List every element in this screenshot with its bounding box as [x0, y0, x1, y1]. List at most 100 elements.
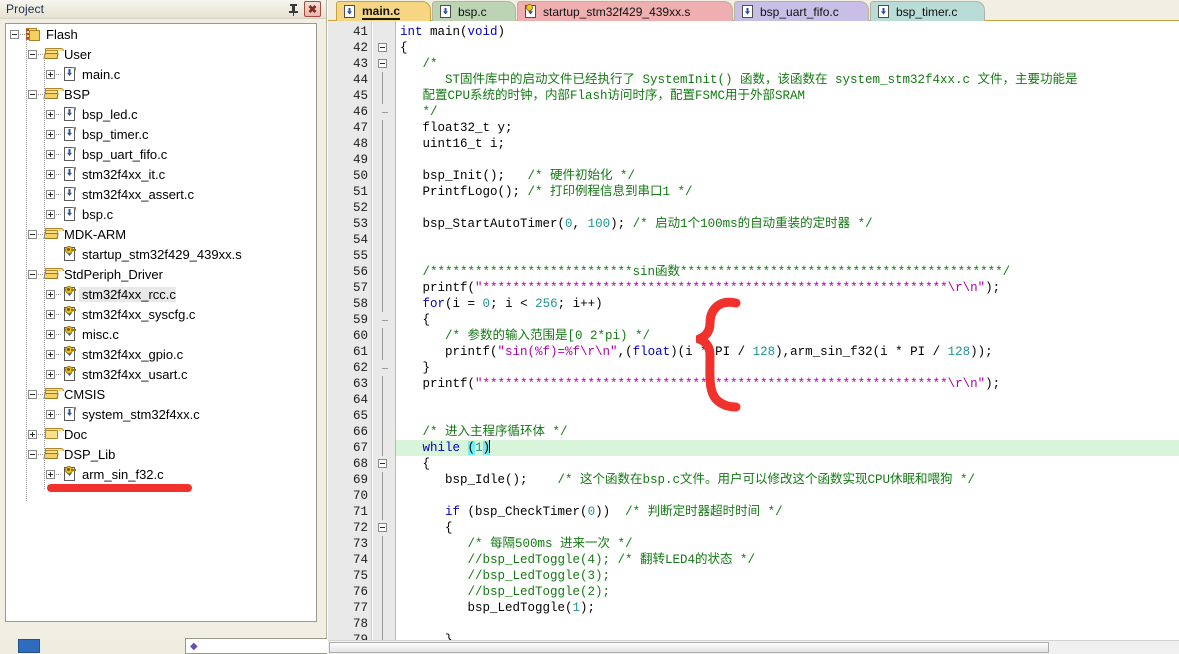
code-line[interactable]: 67 while (1) [328, 440, 1179, 456]
code-line[interactable]: 62 } [328, 360, 1179, 376]
collapse-toggle[interactable] [28, 89, 37, 99]
code-line[interactable]: 69 bsp_Idle(); /* 这个函数在bsp.c文件。用户可以修改这个函… [328, 472, 1179, 488]
collapse-toggle[interactable] [28, 449, 37, 459]
tree-item-stdperiph-driver[interactable]: StdPeriph_Driver [6, 264, 316, 284]
fold-collapse-box[interactable] [378, 459, 387, 468]
code-line[interactable]: 78 [328, 616, 1179, 632]
code-line[interactable]: 76 //bsp_LedToggle(2); [328, 584, 1179, 600]
code-line[interactable]: 66 /* 进入主程序循环体 */ [328, 424, 1179, 440]
tree-item-mdk-arm[interactable]: MDK-ARM [6, 224, 316, 244]
code-line[interactable]: 59 { [328, 312, 1179, 328]
code-line[interactable]: 42 { [328, 40, 1179, 56]
tree-item-user[interactable]: User [6, 44, 316, 64]
tree-item-bsp[interactable]: BSP [6, 84, 316, 104]
tree-item-arm-sin-f32-c[interactable]: arm_sin_f32.c [6, 464, 316, 484]
code-line[interactable]: 61 printf("sin(%f)=%f\r\n",(float)(i * P… [328, 344, 1179, 360]
expand-toggle[interactable] [46, 309, 55, 319]
code-line[interactable]: 79 } [328, 632, 1179, 640]
editor-tab-bsp-timer-c[interactable]: bsp_timer.c [870, 1, 985, 21]
expand-toggle[interactable] [46, 349, 55, 359]
code-line[interactable]: 50 bsp_Init(); /* 硬件初始化 */ [328, 168, 1179, 184]
code-line[interactable]: 77 bsp_LedToggle(1); [328, 600, 1179, 616]
code-line[interactable]: 58 for(i = 0; i < 256; i++) [328, 296, 1179, 312]
code-line[interactable]: 57 printf("*****************************… [328, 280, 1179, 296]
tree-item-stm32f4xx-usart-c[interactable]: stm32f4xx_usart.c [6, 364, 316, 384]
tree-item-system-stm32f4xx-c[interactable]: system_stm32f4xx.c [6, 404, 316, 424]
expand-toggle[interactable] [46, 169, 55, 179]
tree-item-main-c[interactable]: main.c [6, 64, 316, 84]
code-line[interactable]: 45 配置CPU系统的时钟，内部Flash访问时序，配置FSMC用于外部SRAM [328, 88, 1179, 104]
code-line[interactable]: 48 uint16_t i; [328, 136, 1179, 152]
expand-toggle[interactable] [46, 149, 55, 159]
code-line[interactable]: 44 ST固件库中的启动文件已经执行了 SystemInit() 函数，该函数在… [328, 72, 1179, 88]
code-editor[interactable]: 41 int main(void) 42{43 /* 44 ST固件库中的启动文件已经… [328, 21, 1179, 640]
tree-item-bsp-led-c[interactable]: bsp_led.c [6, 104, 316, 124]
editor-tab-main-c[interactable]: main.c [336, 1, 431, 21]
code-line[interactable]: 65 [328, 408, 1179, 424]
code-line[interactable]: 60 /* 参数的输入范围是[0 2*pi) */ [328, 328, 1179, 344]
collapse-toggle[interactable] [28, 229, 37, 239]
tree-item-bsp-timer-c[interactable]: bsp_timer.c [6, 124, 316, 144]
code-line[interactable]: 49 [328, 152, 1179, 168]
tree-item-cmsis[interactable]: CMSIS [6, 384, 316, 404]
code-line[interactable]: 74 //bsp_LedToggle(4); /* 翻转LED4的状态 */ [328, 552, 1179, 568]
expand-toggle[interactable] [46, 329, 55, 339]
fold-collapse-box[interactable] [378, 523, 387, 532]
editor-tab-startup-stm32f429-439xx-s[interactable]: startup_stm32f429_439xx.s [517, 1, 733, 21]
tree-item-stm32f4xx-gpio-c[interactable]: stm32f4xx_gpio.c [6, 344, 316, 364]
code-line[interactable]: 51 PrintfLogo(); /* 打印例程信息到串口1 */ [328, 184, 1179, 200]
tree-item-stm32f4xx-it-c[interactable]: stm32f4xx_it.c [6, 164, 316, 184]
scrollbar-thumb[interactable] [329, 642, 1049, 653]
tree-item-flash[interactable]: Flash [6, 24, 316, 44]
expand-toggle[interactable] [46, 69, 55, 79]
expand-toggle[interactable] [46, 129, 55, 139]
code-line[interactable]: 47 float32_t y; [328, 120, 1179, 136]
collapse-toggle[interactable] [28, 389, 37, 399]
collapse-toggle[interactable] [10, 29, 19, 39]
tree-item-bsp-c[interactable]: bsp.c [6, 204, 316, 224]
tree-item-stm32f4xx-rcc-c[interactable]: stm32f4xx_rcc.c [6, 284, 316, 304]
fold-collapse-box[interactable] [378, 43, 387, 52]
code-line[interactable]: 52 [328, 200, 1179, 216]
tree-item-misc-c[interactable]: misc.c [6, 324, 316, 344]
code-line[interactable]: 43 /* [328, 56, 1179, 72]
editor-tab-bsp-c[interactable]: bsp.c [432, 1, 516, 21]
code-line[interactable]: 71 if (bsp_CheckTimer(0)) /* 判断定时器超时时间 *… [328, 504, 1179, 520]
code-line[interactable]: 56 /***************************sin函数****… [328, 264, 1179, 280]
code-line[interactable]: 75 //bsp_LedToggle(3); [328, 568, 1179, 584]
expand-toggle[interactable] [46, 409, 55, 419]
code-line[interactable]: 41 int main(void) [328, 24, 1179, 40]
code-line[interactable]: 64 [328, 392, 1179, 408]
code-line[interactable]: 54 [328, 232, 1179, 248]
project-tree[interactable]: Flash User main.c BSP bsp_led.c bsp_timer.c bs… [5, 23, 317, 622]
expand-toggle[interactable] [46, 369, 55, 379]
editor-tab-bsp-uart-fifo-c[interactable]: bsp_uart_fifo.c [734, 1, 869, 21]
close-icon[interactable]: ✖ [304, 1, 321, 17]
expand-toggle[interactable] [46, 289, 55, 299]
code-line[interactable]: 63 printf("*****************************… [328, 376, 1179, 392]
collapse-toggle[interactable] [28, 49, 37, 59]
code-line[interactable]: 68 { [328, 456, 1179, 472]
code-line[interactable]: 72 { [328, 520, 1179, 536]
tree-item-startup-stm32f429-439xx-s[interactable]: startup_stm32f429_439xx.s [6, 244, 316, 264]
code-line[interactable]: 53 bsp_StartAutoTimer(0, 100); /* 启动1个10… [328, 216, 1179, 232]
tree-item-bsp-uart-fifo-c[interactable]: bsp_uart_fifo.c [6, 144, 316, 164]
tree-item-stm32f4xx-assert-c[interactable]: stm32f4xx_assert.c [6, 184, 316, 204]
tree-item-doc[interactable]: Doc [6, 424, 316, 444]
project-tab-chip[interactable] [18, 639, 40, 653]
code-line[interactable]: 46 */ [328, 104, 1179, 120]
collapse-toggle[interactable] [28, 269, 37, 279]
code-line[interactable]: 70 [328, 488, 1179, 504]
expand-toggle[interactable] [46, 189, 55, 199]
expand-toggle[interactable] [46, 209, 55, 219]
tree-item-stm32f4xx-syscfg-c[interactable]: stm32f4xx_syscfg.c [6, 304, 316, 324]
expand-toggle[interactable] [28, 429, 37, 439]
code-line[interactable]: 55 [328, 248, 1179, 264]
tree-item-dsp-lib[interactable]: DSP_Lib [6, 444, 316, 464]
expand-toggle[interactable] [46, 109, 55, 119]
expand-toggle[interactable] [46, 469, 55, 479]
pin-icon[interactable] [286, 2, 301, 17]
code-line[interactable]: 73 /* 每隔500ms 进来一次 */ [328, 536, 1179, 552]
fold-collapse-box[interactable] [378, 59, 387, 68]
horizontal-scrollbar[interactable] [328, 640, 1179, 654]
